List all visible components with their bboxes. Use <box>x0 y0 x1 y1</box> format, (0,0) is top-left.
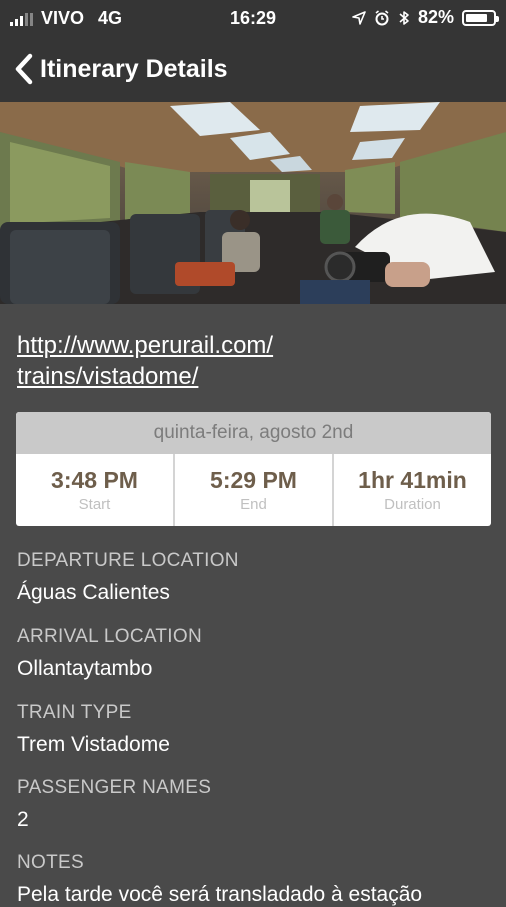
battery-percent: 82% <box>417 7 454 27</box>
duration-value: 1hr 41min <box>358 467 467 493</box>
schedule-card: quinta-feira, agosto 2nd 3:48 PM Start 5… <box>16 412 491 526</box>
location-arrow-icon <box>352 10 366 25</box>
end-time-value: 5:29 PM <box>210 467 297 493</box>
field-label: PASSENGER NAMES <box>17 777 212 798</box>
schedule-date: quinta-feira, agosto 2nd <box>16 412 491 454</box>
passenger-names-field: PASSENGER NAMES 2 <box>17 777 497 832</box>
navigation-bar: Itinerary Details <box>0 36 506 102</box>
train-interior-photo <box>0 102 506 304</box>
back-button[interactable] <box>0 53 34 85</box>
train-interior-illustration <box>0 102 506 304</box>
arrival-location-field: ARRIVAL LOCATION Ollantaytambo <box>17 626 497 681</box>
chevron-left-icon <box>15 53 33 85</box>
field-value: Trem Vistadome <box>17 733 170 756</box>
schedule-times: 3:48 PM Start 5:29 PM End 1hr 41min Dura… <box>16 454 491 526</box>
alarm-clock-icon <box>375 9 389 25</box>
start-time-cell: 3:48 PM Start <box>16 454 175 526</box>
website-link[interactable]: http://www.perurail.com/ trains/vistadom… <box>17 330 487 392</box>
battery-fill <box>466 13 487 22</box>
end-time-cell: 5:29 PM End <box>175 454 334 526</box>
website-link-line2: trains/vistadome/ <box>17 363 199 390</box>
field-label: DEPARTURE LOCATION <box>17 550 239 571</box>
status-bar-right: 82% <box>352 7 499 28</box>
field-value: 2 <box>17 808 29 831</box>
battery-icon <box>462 9 499 26</box>
field-label: TRAIN TYPE <box>17 702 132 723</box>
departure-location-field: DEPARTURE LOCATION Águas Calientes <box>17 550 497 605</box>
page-title: Itinerary Details <box>40 54 228 83</box>
field-value: Pela tarde você será transladado à estaç… <box>17 883 423 906</box>
field-value: Águas Calientes <box>17 581 170 604</box>
duration-label: Duration <box>384 496 441 513</box>
field-value: Ollantaytambo <box>17 657 153 680</box>
start-time-value: 3:48 PM <box>51 467 138 493</box>
field-label: NOTES <box>17 852 84 873</box>
end-time-label: End <box>240 496 267 513</box>
train-type-field: TRAIN TYPE Trem Vistadome <box>17 702 497 757</box>
status-bar: VIVO 4G 16:29 82% <box>0 0 506 36</box>
notes-field: NOTES Pela tarde você será transladado à… <box>17 852 497 907</box>
bluetooth-icon <box>399 10 409 25</box>
duration-cell: 1hr 41min Duration <box>334 454 491 526</box>
website-link-line1: http://www.perurail.com/ <box>17 332 274 359</box>
field-label: ARRIVAL LOCATION <box>17 626 202 647</box>
start-time-label: Start <box>78 496 111 513</box>
